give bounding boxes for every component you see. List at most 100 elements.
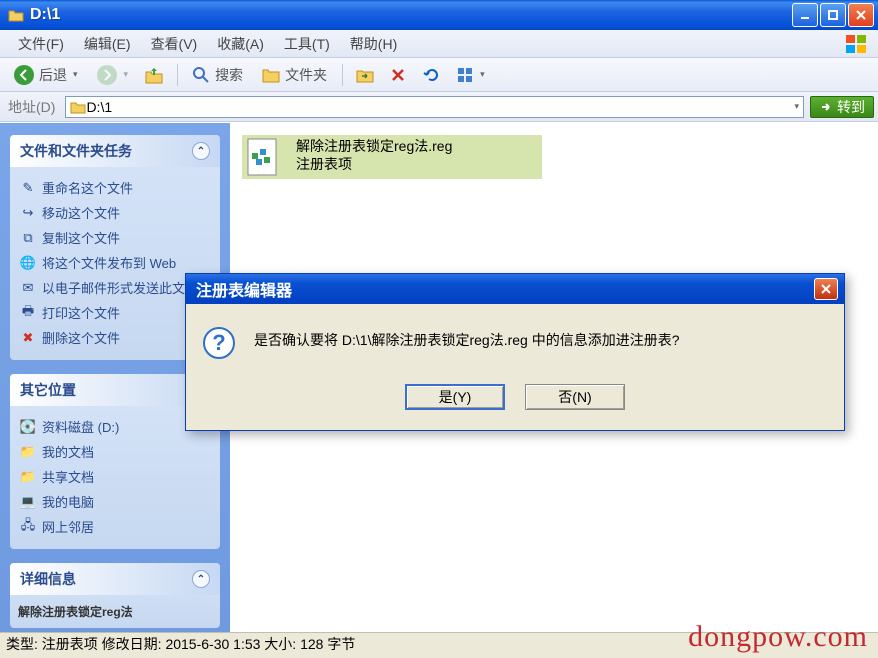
network-icon: 🖧 xyxy=(20,519,36,535)
views-button[interactable]: ▾ xyxy=(449,63,492,87)
task-label: 共享文档 xyxy=(42,467,94,486)
place-mycomputer[interactable]: 💻我的电脑 xyxy=(18,489,212,514)
task-label: 我的文档 xyxy=(42,442,94,461)
task-publish[interactable]: 🌐 将这个文件发布到 Web xyxy=(18,250,212,275)
print-icon: 🖶 xyxy=(20,305,36,321)
disk-icon: 💽 xyxy=(20,419,36,435)
dialog-message: 是否确认要将 D:\1\解除注册表锁定reg法.reg 中的信息添加进注册表? xyxy=(254,326,680,350)
search-label: 搜索 xyxy=(215,65,243,85)
move-icon: ↪ xyxy=(20,205,36,221)
back-label: 后退 xyxy=(39,65,67,85)
task-copy[interactable]: ⧉ 复制这个文件 xyxy=(18,225,212,250)
task-label: 重命名这个文件 xyxy=(42,178,133,197)
file-type: 注册表项 xyxy=(296,155,452,173)
address-bar: 地址(D) ▾ 转到 xyxy=(0,92,878,122)
collapse-icon[interactable]: ⌃ xyxy=(192,570,210,588)
folder-icon: 📁 xyxy=(20,444,36,460)
dialog-no-button[interactable]: 否(N) xyxy=(525,384,625,410)
question-icon: ? xyxy=(202,326,236,360)
delete-button[interactable] xyxy=(383,64,413,86)
place-network[interactable]: 🖧 网上邻居 xyxy=(18,514,212,539)
task-print[interactable]: 🖶 打印这个文件 xyxy=(18,300,212,325)
delete-x-icon xyxy=(390,67,406,83)
task-label: 我的电脑 xyxy=(42,492,94,511)
details-header[interactable]: 详细信息 ⌃ xyxy=(10,563,220,595)
move-to-button[interactable] xyxy=(349,63,381,87)
task-header-label: 其它位置 xyxy=(20,380,76,400)
task-move[interactable]: ↪移动这个文件 xyxy=(18,200,212,225)
watermark: dongpow.com xyxy=(688,620,868,654)
move-to-icon xyxy=(356,66,374,84)
menu-edit[interactable]: 编辑(E) xyxy=(74,31,141,57)
search-icon xyxy=(191,65,211,85)
place-mydocs[interactable]: 📁 我的文档 xyxy=(18,439,212,464)
folders-button[interactable]: 文件夹 xyxy=(254,62,336,88)
dialog-title: 注册表编辑器 xyxy=(196,277,814,301)
reg-file-icon xyxy=(242,135,286,179)
folder-icon: 📁 xyxy=(20,469,36,485)
task-delete[interactable]: ✖ 删除这个文件 xyxy=(18,325,212,350)
task-rename[interactable]: ✎重命名这个文件 xyxy=(18,175,212,200)
place-datadisk[interactable]: 💽 资料磁盘 (D:) xyxy=(18,414,212,439)
task-label: 打印这个文件 xyxy=(42,303,120,322)
forward-button[interactable]: ▾ xyxy=(89,61,136,89)
search-button[interactable]: 搜索 xyxy=(184,62,252,88)
globe-icon: 🌐 xyxy=(20,255,36,271)
go-button[interactable]: 转到 xyxy=(810,96,874,118)
task-label: 将这个文件发布到 Web xyxy=(42,253,176,272)
place-shared[interactable]: 📁 共享文档 xyxy=(18,464,212,489)
menu-help[interactable]: 帮助(H) xyxy=(340,31,407,57)
views-icon xyxy=(456,66,474,84)
go-label: 转到 xyxy=(837,97,865,117)
go-arrow-icon xyxy=(819,100,833,114)
undo-button[interactable] xyxy=(415,63,447,87)
task-header-label: 文件和文件夹任务 xyxy=(20,141,132,161)
details-group: 详细信息 ⌃ 解除注册表锁定reg法 xyxy=(10,563,220,628)
menu-view[interactable]: 查看(V) xyxy=(141,31,208,57)
status-text: 类型: 注册表项 修改日期: 2015-6-30 1:53 大小: 128 字节 xyxy=(6,634,355,654)
up-button[interactable] xyxy=(137,62,171,88)
delete-icon: ✖ xyxy=(20,330,36,346)
folders-icon xyxy=(261,65,281,85)
minimize-button[interactable] xyxy=(792,3,818,27)
copy-icon: ⧉ xyxy=(20,230,36,246)
menu-file[interactable]: 文件(F) xyxy=(8,31,74,57)
folder-icon xyxy=(8,7,24,23)
confirm-dialog: 注册表编辑器 ? 是否确认要将 D:\1\解除注册表锁定reg法.reg 中的信… xyxy=(185,273,845,431)
task-label: 资料磁盘 (D:) xyxy=(42,417,119,436)
menu-favorites[interactable]: 收藏(A) xyxy=(207,31,274,57)
close-icon xyxy=(820,283,832,295)
task-label: 网上邻居 xyxy=(42,517,94,536)
file-name: 解除注册表锁定reg法.reg xyxy=(296,137,452,155)
back-button[interactable]: 后退 ▾ xyxy=(6,61,87,89)
dialog-close-button[interactable] xyxy=(814,278,838,300)
file-tasks-header[interactable]: 文件和文件夹任务 ⌃ xyxy=(10,135,220,167)
collapse-icon[interactable]: ⌃ xyxy=(192,142,210,160)
dialog-title-bar: 注册表编辑器 xyxy=(186,274,844,304)
menu-bar: 文件(F) 编辑(E) 查看(V) 收藏(A) 工具(T) 帮助(H) xyxy=(0,30,878,58)
menu-tools[interactable]: 工具(T) xyxy=(274,31,340,57)
folder-icon xyxy=(70,99,86,115)
dialog-yes-button[interactable]: 是(Y) xyxy=(405,384,505,410)
chevron-down-icon: ▾ xyxy=(124,69,129,80)
task-label: 复制这个文件 xyxy=(42,228,120,247)
address-input-wrapper[interactable]: ▾ xyxy=(65,96,804,118)
file-item[interactable]: 解除注册表锁定reg法.reg 注册表项 xyxy=(242,135,542,179)
address-input[interactable] xyxy=(86,99,792,115)
address-label: 地址(D) xyxy=(4,97,59,117)
toolbar-separator xyxy=(177,64,178,86)
file-text: 解除注册表锁定reg法.reg 注册表项 xyxy=(294,135,454,175)
details-filename: 解除注册表锁定reg法 xyxy=(18,603,212,620)
task-email[interactable]: ✉以电子邮件形式发送此文件 xyxy=(18,275,212,300)
title-bar: D:\1 xyxy=(0,0,878,30)
close-button[interactable] xyxy=(848,3,874,27)
maximize-button[interactable] xyxy=(820,3,846,27)
task-header-label: 详细信息 xyxy=(20,569,76,589)
back-icon xyxy=(13,64,35,86)
toolbar-separator xyxy=(342,64,343,86)
task-label: 删除这个文件 xyxy=(42,328,120,347)
chevron-down-icon: ▾ xyxy=(480,69,485,80)
chevron-down-icon[interactable]: ▾ xyxy=(794,101,799,112)
toolbar: 后退 ▾ ▾ 搜索 文件夹 ▾ xyxy=(0,58,878,92)
task-label: 以电子邮件形式发送此文件 xyxy=(42,278,198,297)
